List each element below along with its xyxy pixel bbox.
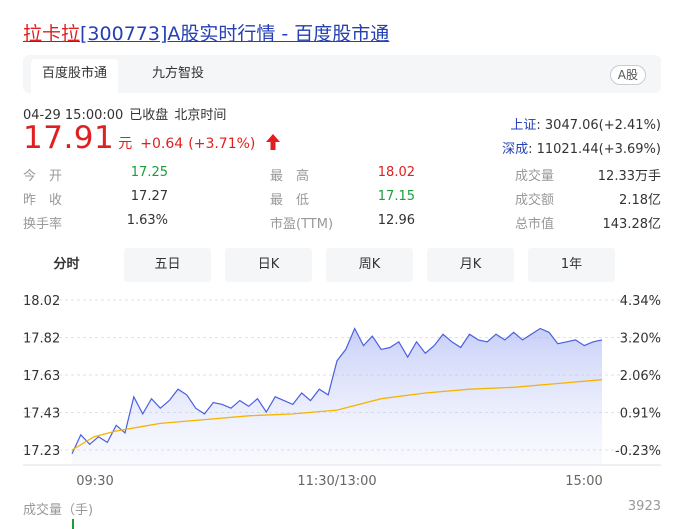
index-value: : 11021.44(+3.69%) xyxy=(528,142,661,157)
index-shenzhen[interactable]: 深成: 11021.44(+3.69%) xyxy=(502,138,661,157)
stat-label-amount: 成交额 xyxy=(515,193,555,208)
stock-name[interactable]: 拉卡拉 xyxy=(23,23,80,45)
market-badge: A股 xyxy=(609,65,646,85)
stock-code[interactable]: [300773] xyxy=(80,23,167,45)
stat-label-volume: 成交量 xyxy=(515,169,555,184)
x-tick-label: 09:30 xyxy=(76,474,113,489)
arrow-up-icon xyxy=(266,134,281,154)
stat-value-volume: 12.33万手 xyxy=(597,169,661,184)
y-tick-label: 17.43 xyxy=(23,407,60,422)
price-unit: 元 xyxy=(118,136,133,152)
tab-jiufang[interactable]: 九方智投 xyxy=(141,59,215,89)
volume-label: 成交量（手) xyxy=(23,503,94,518)
intraday-chart[interactable]: 18.02 4.34% 17.82 3.20% 17.63 2.06% 17.43 0.91%… xyxy=(0,285,681,495)
y-tick-label: 17.82 xyxy=(23,332,60,347)
stat-label-pe: 市盈(TTM) xyxy=(270,217,334,232)
y2-tick-label: 3.20% xyxy=(620,332,661,347)
index-name[interactable]: 上证 xyxy=(510,118,536,133)
y-tick-label: 17.23 xyxy=(23,444,60,459)
stat-label-market-cap: 总市值 xyxy=(515,217,555,232)
x-tick-label: 11:30/13:00 xyxy=(297,474,376,489)
source-tab-bar: 百度股市通 九方智投 A股 xyxy=(23,55,661,93)
price-change-pct: (+3.71%) xyxy=(188,136,256,152)
y2-tick-label: 2.06% xyxy=(620,369,661,384)
volume-bar xyxy=(72,519,74,529)
tab-five-day[interactable]: 五日 xyxy=(124,248,211,282)
y2-tick-label: 0.91% xyxy=(620,407,661,422)
tab-intraday[interactable]: 分时 xyxy=(23,248,110,282)
stat-value-amount: 2.18亿 xyxy=(619,193,661,208)
stat-label-high: 最 高 xyxy=(270,169,310,184)
current-price: 17.91 xyxy=(23,120,115,156)
index-name[interactable]: 深成 xyxy=(502,142,528,157)
y-tick-label: 17.63 xyxy=(23,369,60,384)
tab-baidu[interactable]: 百度股市通 xyxy=(31,59,119,93)
stat-label-low: 最 低 xyxy=(270,193,310,208)
stat-value-pe: 12.96 xyxy=(377,213,415,228)
price-change: +0.64 xyxy=(140,136,184,152)
title-rest[interactable]: A股实时行情 - 百度股市通 xyxy=(167,23,389,45)
stat-value-low: 17.15 xyxy=(377,189,415,204)
stat-value-prev-close: 17.27 xyxy=(130,189,168,204)
stat-value-open: 17.25 xyxy=(130,165,168,180)
price-block: 17.91 元 +0.64 (+3.71%) xyxy=(23,120,281,156)
stat-value-turnover: 1.63% xyxy=(126,213,168,228)
tab-monthly-k[interactable]: 月K xyxy=(427,248,514,282)
y2-tick-label: 4.34% xyxy=(620,294,661,309)
index-value: : 3047.06(+2.41%) xyxy=(536,118,661,133)
tab-weekly-k[interactable]: 周K xyxy=(326,248,413,282)
volume-max: 3923 xyxy=(627,499,661,514)
y2-tick-label: -0.23% xyxy=(615,444,661,459)
stat-label-open: 今 开 xyxy=(23,169,63,184)
y-tick-label: 18.02 xyxy=(23,294,60,309)
stat-value-high: 18.02 xyxy=(377,165,415,180)
stat-label-prev-close: 昨 收 xyxy=(23,193,63,208)
tab-daily-k[interactable]: 日K xyxy=(225,248,312,282)
price-area xyxy=(72,328,602,465)
page-title[interactable]: 拉卡拉[300773]A股实时行情 - 百度股市通 xyxy=(23,19,389,46)
stat-value-market-cap: 143.28亿 xyxy=(602,217,662,232)
index-shanghai[interactable]: 上证: 3047.06(+2.41%) xyxy=(510,114,661,133)
x-tick-label: 15:00 xyxy=(565,474,602,489)
stat-label-turnover: 换手率 xyxy=(23,217,63,232)
tab-one-year[interactable]: 1年 xyxy=(528,248,615,282)
